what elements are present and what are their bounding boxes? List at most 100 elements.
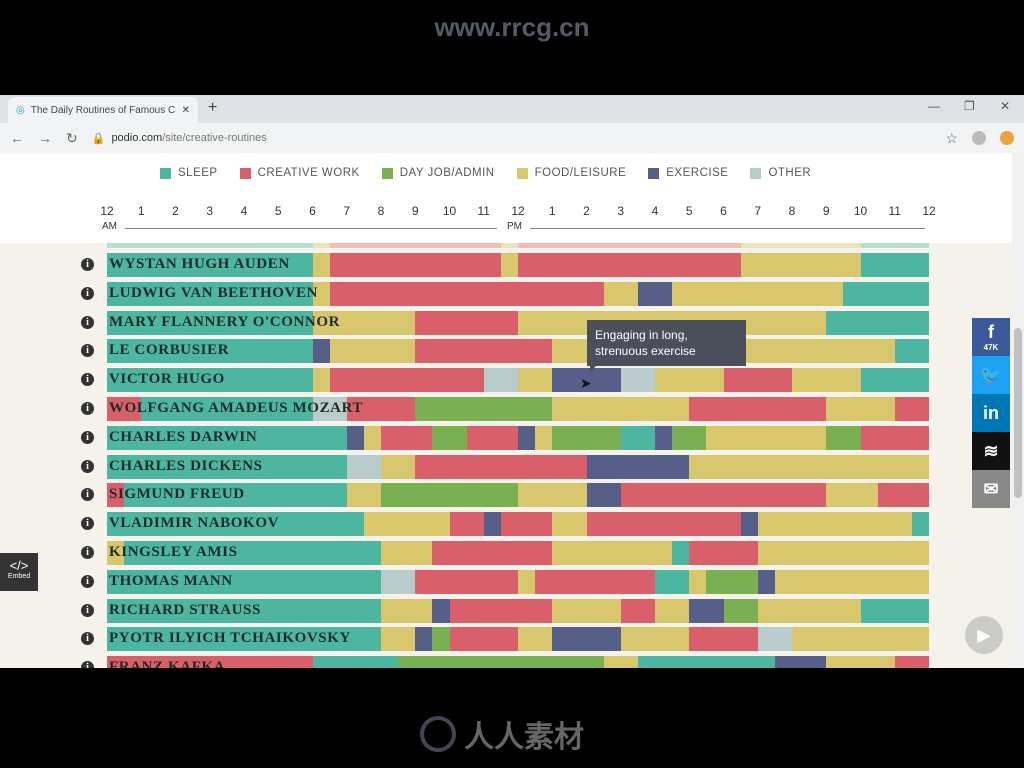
segment-creative[interactable] [329,368,484,393]
person-row[interactable]: CHARLES DARWIN [107,425,929,450]
segment-food[interactable] [740,253,861,277]
segment-dayjob[interactable] [381,483,518,508]
close-window-icon[interactable]: ✕ [1000,99,1010,113]
person-row[interactable]: VLADIMIR NABOKOV [107,512,929,537]
segment-creative[interactable] [518,243,741,248]
bookmark-star-icon[interactable]: ☆ [945,130,958,147]
segment-creative[interactable] [689,627,758,652]
back-icon[interactable]: ← [10,130,24,146]
segment-other[interactable] [346,454,381,479]
share-facebook-button[interactable]: f 47K [972,318,1010,356]
segment-food[interactable] [518,569,536,594]
legend-item-creative[interactable]: CREATIVE WORK [239,167,360,179]
segment-dayjob[interactable] [706,569,758,594]
segment-dayjob[interactable] [672,425,707,450]
segment-dayjob[interactable] [432,627,450,652]
segment-food[interactable] [312,243,330,248]
info-icon[interactable]: i [81,344,94,358]
segment-food[interactable] [792,627,929,652]
info-icon[interactable]: i [81,430,94,444]
segment-food[interactable] [518,368,553,393]
segment-food[interactable] [363,512,450,537]
segment-food[interactable] [500,243,518,248]
legend-item-sleep[interactable]: SLEEP [160,167,218,179]
segment-exercise[interactable] [586,483,621,508]
segment-creative[interactable] [723,368,792,393]
forward-icon[interactable]: → [38,130,52,146]
segment-sleep[interactable] [860,368,929,393]
segment-creative[interactable] [449,512,484,537]
segment-creative[interactable] [449,627,518,652]
segment-food[interactable] [552,397,690,421]
segment-food[interactable] [655,598,690,623]
segment-sleep[interactable] [655,569,690,594]
share-email-button[interactable]: ✉ [972,470,1010,508]
segment-creative[interactable] [415,569,518,594]
person-row[interactable]: KINGSLEY AMIS [107,541,929,565]
info-icon[interactable]: i [81,286,94,300]
segment-dayjob[interactable] [552,425,621,450]
segment-creative[interactable] [518,253,741,277]
segment-food[interactable] [740,243,861,248]
segment-food[interactable] [381,627,416,652]
info-icon[interactable]: i [81,373,94,387]
segment-dayjob[interactable] [723,598,758,623]
segment-exercise[interactable] [483,512,501,537]
minimize-icon[interactable]: — [928,99,940,113]
segment-exercise[interactable] [346,425,364,450]
person-row[interactable]: THOMAS MANN [107,569,929,594]
segment-creative[interactable] [381,425,433,450]
segment-exercise[interactable] [774,656,827,668]
segment-other[interactable] [381,569,416,594]
embed-button[interactable]: </> Embed [0,553,38,591]
legend-item-exercise[interactable]: EXERCISE [648,167,728,179]
segment-other[interactable] [620,368,655,393]
segment-food[interactable] [518,483,587,508]
segment-sleep[interactable] [860,598,929,623]
info-icon[interactable]: i [81,459,94,473]
segment-food[interactable] [689,569,707,594]
segment-creative[interactable] [329,253,501,277]
segment-sleep[interactable] [826,310,929,335]
segment-food[interactable] [518,627,553,652]
info-icon[interactable]: i [81,402,94,415]
segment-exercise[interactable] [757,569,775,594]
segment-food[interactable] [363,425,381,450]
update-icon[interactable] [1000,131,1014,145]
segment-creative[interactable] [466,425,518,450]
segment-creative[interactable] [500,512,553,537]
person-row[interactable]: LUDWIG VAN BEETHOVEN [107,281,929,306]
info-icon[interactable]: i [81,315,94,329]
segment-other[interactable] [483,368,518,393]
play-button[interactable]: ▶ [965,616,1003,654]
new-tab-button[interactable]: + [208,99,217,117]
person-row[interactable]: PYOTR ILYICH TCHAIKOVSKY [107,627,929,652]
person-row[interactable]: RICHARD STRAUSS [107,598,929,623]
person-row[interactable]: LE CORBUSIER [107,339,929,364]
info-icon[interactable]: i [81,632,94,646]
segment-sleep[interactable] [894,339,929,364]
person-row[interactable]: WYSTAN HUGH AUDEN [107,253,929,277]
segment-creative[interactable] [689,397,827,421]
segment-exercise[interactable] [518,425,536,450]
info-icon[interactable]: i [81,661,94,668]
segment-creative[interactable] [415,339,553,364]
segment-sleep[interactable] [637,656,775,668]
person-row[interactable]: MARY FLANNERY O'CONNOR [107,310,929,335]
segment-food[interactable] [826,397,895,421]
segment-sleep[interactable] [312,656,399,668]
segment-creative[interactable] [689,541,758,565]
person-row[interactable]: SIGMUND FREUD [107,483,929,508]
segment-creative[interactable] [620,483,827,508]
person-row[interactable]: CHARLES DICKENS [107,454,929,479]
segment-food[interactable] [689,454,929,479]
segment-food[interactable] [774,569,929,594]
person-row[interactable]: FRANZ KAFKA [107,656,929,668]
address-bar[interactable]: 🔒 podio.com/site/creative-routines [91,127,932,149]
segment-creative[interactable] [877,483,929,508]
segment-exercise[interactable] [740,512,758,537]
info-icon[interactable]: i [81,574,94,588]
segment-food[interactable] [603,281,638,306]
segment-exercise[interactable] [312,339,330,364]
segment-food[interactable] [329,339,416,364]
